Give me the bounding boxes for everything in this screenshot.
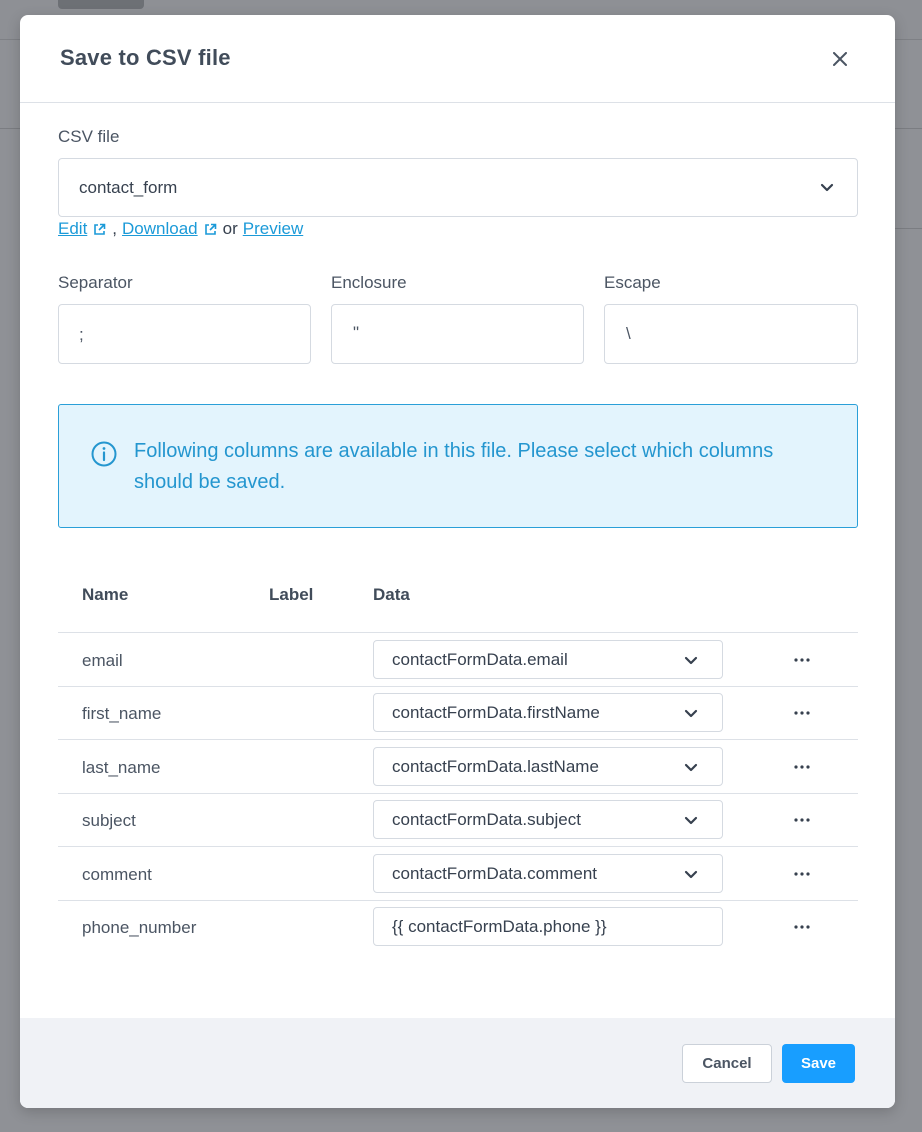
- file-links: Edit , Download or Preview: [58, 219, 303, 239]
- chevron-down-icon: [684, 816, 698, 825]
- table-divider: [58, 900, 858, 901]
- row-data-select-email[interactable]: contactFormData.email: [373, 640, 723, 679]
- links-comma: ,: [112, 219, 118, 238]
- row-data-select-last-name[interactable]: contactFormData.lastName: [373, 747, 723, 786]
- more-options-icon[interactable]: [793, 924, 811, 930]
- table-divider: [58, 739, 858, 740]
- csv-file-value: contact_form: [79, 178, 178, 197]
- row-data-value: {{ contactFormData.phone }}: [392, 917, 607, 936]
- csv-file-label: CSV file: [58, 127, 120, 146]
- background-tab: [58, 0, 144, 9]
- column-header-data: Data: [373, 585, 410, 604]
- column-header-label: Label: [269, 585, 314, 604]
- separator-input[interactable]: ;: [58, 304, 311, 364]
- row-name-comment: comment: [82, 865, 152, 884]
- external-link-icon: [204, 223, 216, 235]
- cancel-button[interactable]: Cancel: [682, 1044, 772, 1083]
- row-data-select-first-name[interactable]: contactFormData.firstName: [373, 693, 723, 732]
- table-divider: [58, 793, 858, 794]
- chevron-down-icon: [684, 709, 698, 718]
- enclosure-label: Enclosure: [331, 273, 407, 292]
- row-data-select-subject[interactable]: contactFormData.subject: [373, 800, 723, 839]
- chevron-down-icon: [684, 763, 698, 772]
- row-data-select-comment[interactable]: contactFormData.comment: [373, 854, 723, 893]
- dialog-header: Save to CSV file: [20, 15, 895, 103]
- background-divider: [895, 228, 922, 229]
- escape-label: Escape: [604, 273, 661, 292]
- table-divider: [58, 632, 858, 633]
- enclosure-input[interactable]: ": [331, 304, 584, 364]
- more-options-icon[interactable]: [793, 764, 811, 770]
- close-icon: [833, 52, 847, 66]
- links-or: or: [222, 219, 238, 238]
- row-name-first-name: first_name: [82, 704, 162, 723]
- info-message: Following columns are available in this …: [134, 440, 774, 493]
- escape-input[interactable]: \: [604, 304, 858, 364]
- more-options-icon[interactable]: [793, 657, 811, 663]
- info-icon: [91, 441, 117, 467]
- table-divider: [58, 686, 858, 687]
- chevron-down-icon: [684, 656, 698, 665]
- save-button[interactable]: Save: [782, 1044, 855, 1083]
- row-name-phone-number: phone_number: [82, 918, 197, 937]
- edit-link[interactable]: Edit: [58, 219, 87, 239]
- enclosure-value: ": [353, 323, 360, 342]
- separator-label: Separator: [58, 273, 133, 292]
- row-data-input-phone-number[interactable]: {{ contactFormData.phone }}: [373, 907, 723, 946]
- dialog-title: Save to CSV file: [60, 45, 231, 70]
- row-data-value: contactFormData.subject: [392, 810, 581, 829]
- dialog-footer: Cancel Save: [20, 1018, 895, 1108]
- chevron-down-icon: [684, 870, 698, 879]
- chevron-down-icon: [820, 183, 834, 192]
- more-options-icon[interactable]: [793, 817, 811, 823]
- preview-link[interactable]: Preview: [243, 219, 303, 239]
- row-name-subject: subject: [82, 811, 136, 830]
- row-name-last-name: last_name: [82, 758, 161, 777]
- row-data-value: contactFormData.comment: [392, 864, 598, 883]
- save-to-csv-dialog: Save to CSV file CSV file contact_form E…: [20, 15, 895, 1108]
- more-options-icon[interactable]: [793, 710, 811, 716]
- column-header-name: Name: [82, 585, 129, 604]
- escape-value: \: [626, 324, 631, 343]
- close-button[interactable]: [826, 45, 854, 73]
- separator-value: ;: [79, 325, 84, 344]
- row-data-value: contactFormData.lastName: [392, 757, 599, 776]
- external-link-icon: [94, 223, 106, 235]
- download-link[interactable]: Download: [122, 219, 198, 239]
- row-name-email: email: [82, 651, 123, 670]
- row-data-value: contactFormData.email: [392, 650, 568, 669]
- table-divider: [58, 846, 858, 847]
- info-alert: Following columns are available in this …: [58, 404, 858, 528]
- row-data-value: contactFormData.firstName: [392, 703, 600, 722]
- more-options-icon[interactable]: [793, 871, 811, 877]
- csv-file-select[interactable]: contact_form: [58, 158, 858, 217]
